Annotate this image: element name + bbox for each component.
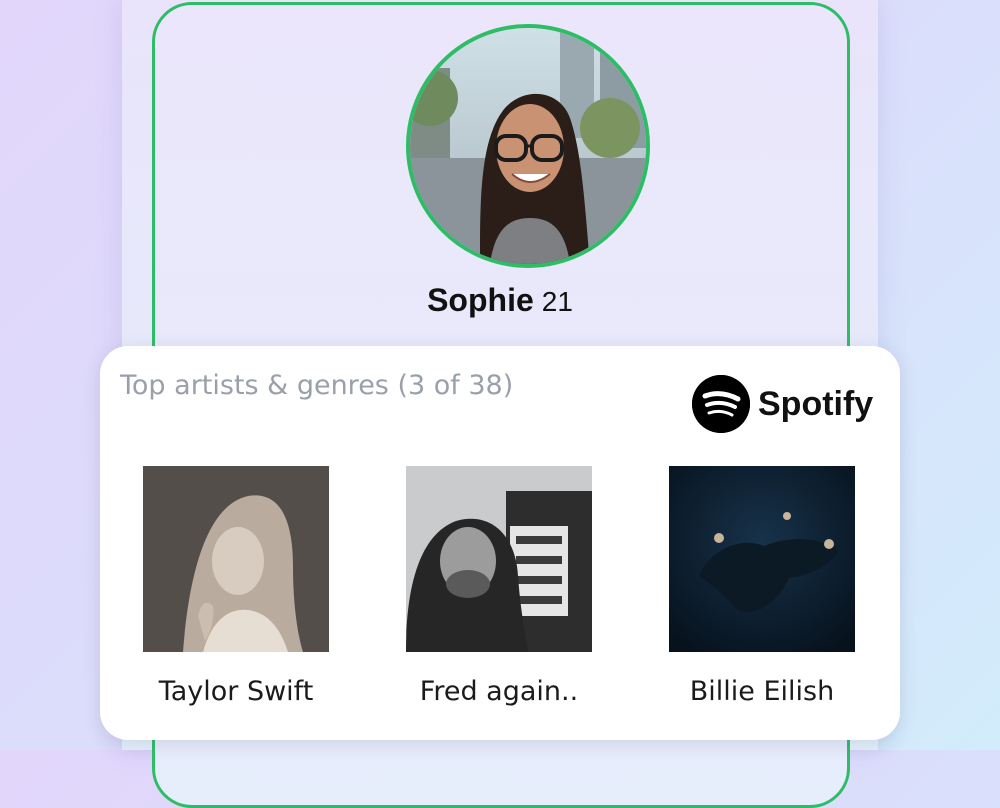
top-artists-title: Top artists & genres (3 of 38): [120, 370, 514, 401]
profile-avatar[interactable]: [406, 24, 650, 268]
artist-item[interactable]: Fred again..: [406, 466, 592, 707]
artist-name: Taylor Swift: [158, 676, 314, 707]
profile-name-row: Sophie 21: [0, 282, 1000, 319]
artist-item[interactable]: Taylor Swift: [143, 466, 329, 707]
spotify-label: Spotify: [758, 384, 874, 423]
spotify-badge: Spotify: [692, 374, 873, 434]
artist-photo: [669, 466, 855, 652]
profile-name: Sophie: [427, 282, 534, 318]
artist-item[interactable]: Billie Eilish: [669, 466, 855, 707]
profile-age: 21: [541, 286, 573, 317]
spotify-logo-icon: [692, 375, 750, 433]
top-artists-card[interactable]: Top artists & genres (3 of 38) Spotify T…: [100, 346, 900, 740]
artist-photo: [143, 466, 329, 652]
artist-photo: [406, 466, 592, 652]
artist-name: Billie Eilish: [689, 676, 835, 707]
artist-name: Fred again..: [419, 676, 579, 707]
